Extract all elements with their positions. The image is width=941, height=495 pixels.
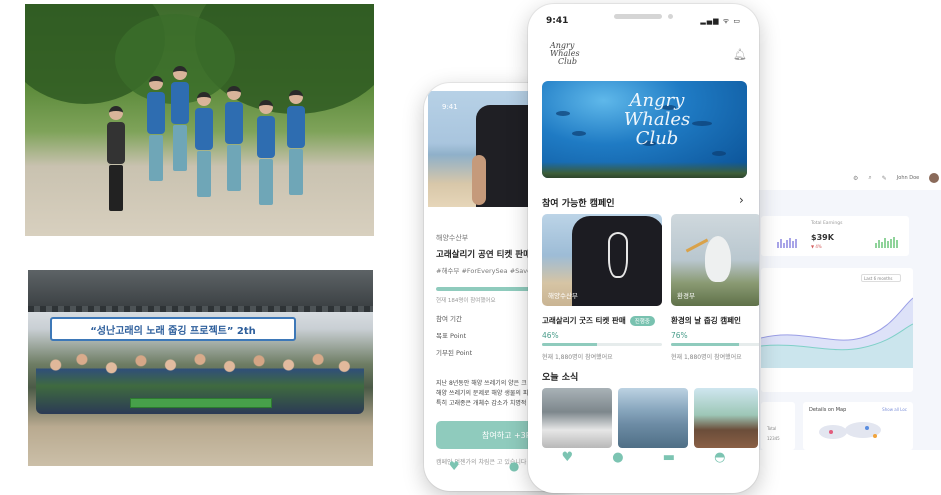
dashboard-topbar: ⚙ ⌕ ✎ John Doe — [745, 164, 941, 190]
search-icon[interactable]: ⌕ — [868, 174, 871, 182]
avatar[interactable] — [929, 173, 940, 183]
campaign-info-1: 고래살리기 굿즈 티켓 판매 진행중 46% 현재 1,880명이 참여했어요 — [542, 315, 662, 361]
stat-card-earnings: Total Earnings $39K ▼ 4% — [805, 216, 909, 256]
hero-banner[interactable]: Angry Whales Club — [542, 81, 747, 178]
user-name: John Doe — [896, 175, 920, 181]
section-title-news: 오늘 소식 — [542, 373, 579, 383]
canopy-roof — [28, 270, 373, 312]
campaign-title: 고래살리기 굿즈 티켓 판매 — [542, 316, 626, 325]
heart-icon[interactable]: ♥ — [562, 450, 574, 465]
earnings-label: Total Earnings — [811, 221, 843, 226]
campaign-title: 환경의 날 줍깅 캠페인 — [671, 316, 741, 325]
small-stat-label: Total — [767, 426, 777, 431]
area-chart — [761, 297, 913, 368]
status-time: 9:41 — [546, 16, 569, 26]
dashboard-screen: ⚙ ⌕ ✎ John Doe Total Earnings $39K ▼ 4% … — [745, 164, 941, 450]
earnings-delta: ▼ 4% — [811, 244, 822, 249]
bottom-nav: ♥ ● ▬ ◓ — [528, 450, 759, 465]
phone-home: 9:41 ▂▄▆ ᯤ ▭ Angry Whales Club 🔔︎ Angry … — [528, 4, 759, 493]
volunteers-walking-photo — [25, 4, 374, 236]
chat-icon[interactable]: ● — [509, 459, 519, 473]
small-stat-value: 12345 — [767, 436, 780, 441]
status-bar: 9:41 ▂▄▆ ᯤ ▭ — [546, 16, 741, 26]
green-banner — [130, 398, 272, 408]
campaign-participants: 현재 1,880명이 참여했어요 — [671, 354, 742, 361]
event-banner-text: “성난고래의 노래 줍깅 프로젝트” 2th — [90, 325, 256, 337]
news-card-2[interactable] — [618, 388, 688, 448]
campaign-card-1[interactable]: 해양수산부 — [542, 214, 662, 306]
small-stat-card: Total 12345 — [761, 402, 795, 450]
earnings-value: $39K — [811, 233, 834, 242]
heart-icon[interactable]: ♥ — [449, 459, 460, 473]
world-map — [819, 422, 881, 439]
campaign-progress-bar — [542, 343, 662, 346]
wallet-icon[interactable]: ▬ — [663, 450, 675, 465]
settings-icon[interactable]: ⚙ — [853, 175, 858, 182]
event-banner: “성난고래의 노래 줍깅 프로젝트” 2th — [50, 317, 296, 341]
section-title-campaigns: 참여 가능한 캠페인 — [542, 199, 615, 209]
campaign-card-tag: 해양수산부 — [548, 292, 578, 300]
map-card: Details on Map Show all Loc — [803, 402, 913, 450]
banner-title: Angry Whales Club — [623, 90, 691, 149]
group-photo: “성난고래의 노래 줍깅 프로젝트” 2th — [28, 270, 373, 466]
news-card-1[interactable] — [542, 388, 612, 448]
campaign-percent: 46% — [542, 331, 559, 340]
status-icons: ▂▄▆ ᯤ ▭ — [700, 16, 741, 25]
app-logo[interactable]: Angry Whales Club — [550, 42, 584, 66]
campaign-card-tag: 환경부 — [677, 292, 695, 300]
notification-icon[interactable]: ✎ — [882, 175, 887, 182]
campaign-participants: 현재 1,880명이 참여했어요 — [542, 354, 613, 361]
news-card-3[interactable] — [694, 388, 758, 448]
user-icon[interactable]: ◓ — [714, 450, 725, 465]
campaign-progress-bar — [671, 343, 759, 346]
campaign-card-2[interactable]: 환경부 — [671, 214, 759, 306]
chat-icon[interactable]: ● — [612, 450, 623, 465]
status-time: 9:41 — [442, 103, 458, 111]
campaign-percent: 76% — [671, 331, 688, 340]
chevron-right-icon[interactable]: › — [739, 193, 744, 207]
bell-icon[interactable]: 🔔︎ — [733, 48, 747, 61]
campaign-info-2: 환경의 날 줍깅 캠페인 76% 현재 1,880명이 참여했어요 — [671, 315, 759, 361]
area-chart-card: Last 6 months — [761, 268, 913, 392]
status-badge: 진행중 — [629, 315, 655, 326]
